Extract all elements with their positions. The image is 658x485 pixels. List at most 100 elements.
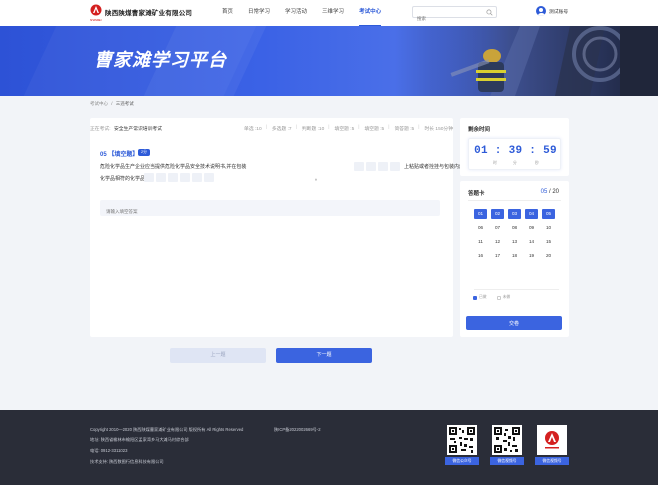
timer-card: 剩余时间 01 : 39 : 59 时 分 秒 [460,118,569,176]
blank-cell[interactable] [204,173,214,182]
legend-todo: 未做 [496,295,511,300]
answer-sheet-cell[interactable]: 17 [491,251,504,261]
legend-todo-swatch [496,295,501,300]
blank-cell[interactable] [180,173,190,182]
blank-cell[interactable] [156,173,166,182]
banner-worker-image [430,26,658,96]
timer-unit-second: 秒 [535,161,539,165]
answer-sheet-cell[interactable]: 20 [542,251,555,261]
nav-activities[interactable]: 学习活动 [285,0,307,26]
question-text-line1: 危险化学品生产企业应当提供危险化学品安全技术说明书,并在包装 [100,164,247,170]
answer-sheet-cell[interactable]: 11 [474,237,487,247]
timer-title: 剩余时间 [468,127,491,133]
answer-sheet-cell[interactable]: 01 [474,209,487,219]
answer-sheet-cell[interactable]: 18 [508,251,521,261]
nav-daily-study[interactable]: 日常学习 [248,0,270,26]
stat-item: 多选题 :7 [271,127,292,132]
answer-input[interactable] [100,203,430,220]
wechat-video-account-label: 微信视频号 [490,457,524,465]
legend-done-label: 已做 [479,295,487,299]
total-questions: / 20 [548,189,559,195]
nav-exam-center[interactable]: 考试中心 [359,0,382,27]
blank-cell[interactable] [366,162,376,171]
stat-item: 填空题 :5 [364,127,385,132]
answer-sheet-cell[interactable]: 14 [525,237,538,247]
blank-group-1 [354,162,402,171]
breadcrumb-current: 三违考试 [115,101,134,106]
answer-sheet-cell[interactable]: 05 [542,209,555,219]
question-number: 05 【填空题】 [100,152,139,158]
prev-question-button[interactable]: 上一题 [170,348,266,363]
stat-item: 时长 150分钟 [424,127,453,132]
answer-sheet-cell[interactable]: 16 [474,251,487,261]
stat-item: 判断题 :10 [301,127,325,132]
footer-phone: 电话: 0912-3311023 [90,448,128,453]
search-icon[interactable] [486,9,493,16]
stat-divider: | [418,125,420,130]
search-input[interactable] [413,13,483,24]
stat-item: 单选 :10 [244,127,262,132]
question-score-badge: 2分 [138,149,150,156]
breadcrumb-separator: / [111,101,113,106]
timer-value: 01 : 39 : 59 [474,145,557,157]
stat-divider: | [328,125,330,130]
answer-sheet-title: 答题卡 [468,191,485,197]
nav-3d-study[interactable]: 三维学习 [322,0,344,26]
company-logo-icon [539,427,565,453]
question-card: 正在考试: 安全生产常识培训考试 单选 :10 | 多选题 :7 | 判断题 :… [90,118,469,337]
breadcrumb: 考试中心 / 三违考试 [90,101,134,107]
footer: Copyright 2010—2020 陕西陕煤曹家滩矿业有限公司 版权所有 A… [0,410,658,485]
blank-cell[interactable] [354,162,364,171]
answer-sheet-card: 答题卡 05 / 20 01 02 03 04 05 06 07 08 09 10 11 12 13 14… [460,181,569,337]
avatar [536,6,546,16]
company-logo[interactable]: SHANMEI 陕西陕煤曹家滩矿业有限公司 [90,4,192,22]
answer-sheet-cell[interactable]: 07 [491,223,504,233]
stat-divider: | [295,125,297,130]
answer-sheet-cell[interactable]: 19 [525,251,538,261]
exam-label: 正在考试: [90,127,111,132]
search-box [412,6,497,24]
exam-name: 安全生产常识培训考试 [114,127,162,132]
banner: 曹家滩学习平台 [0,26,658,96]
answer-sheet-cell[interactable]: 03 [508,209,521,219]
banner-title: 曹家滩学习平台 [94,50,227,70]
blank-cell[interactable] [378,162,388,171]
question-text-end: 。 [315,176,321,182]
exam-stats: 单选 :10 | 多选题 :7 | 判断题 :10 | 填空题 :5 | 填空题… [239,125,453,132]
stat-item: 填空题 :5 [334,127,355,132]
answer-sheet-cell[interactable]: 15 [542,237,555,247]
answer-sheet-cell[interactable]: 12 [491,237,504,247]
divider [468,200,561,201]
answer-sheet-legend: 已做 未做 [473,295,510,300]
legend-todo-label: 未做 [502,295,511,299]
answer-sheet-cell[interactable]: 06 [474,223,487,233]
breadcrumb-root[interactable]: 考试中心 [90,101,108,106]
submit-exam-button[interactable]: 交卷 [466,316,562,330]
blank-cell[interactable] [144,173,154,182]
answer-sheet-cell[interactable]: 04 [525,209,538,219]
stat-divider: | [388,125,390,130]
stat-item: 简答题 :5 [394,127,415,132]
answer-sheet-cell[interactable]: 10 [542,223,555,233]
question-text-line2: 化学品相符的化学品 [100,176,146,182]
footer-copyright: Copyright 2010—2020 陕西陕煤曹家滩矿业有限公司 版权所有 A… [90,427,244,432]
blank-cell[interactable] [192,173,202,182]
logo-sub-text: SHANMEI [90,19,102,22]
next-question-button[interactable]: 下一题 [276,348,372,363]
wechat-video-account-label: 微信视频号 [535,457,569,465]
footer-support: 技术支持: 陕西数图行信息科技有限公司 [90,459,164,464]
user-menu[interactable]: 测试账号 [536,6,568,16]
logo-mark-icon: SHANMEI [90,4,102,22]
blank-cell[interactable] [390,162,400,171]
answer-sheet-cell[interactable]: 13 [508,237,521,247]
timer-unit-hour: 时 [493,161,497,165]
answer-sheet-progress: 05 / 20 [541,189,559,195]
answer-sheet-cell[interactable]: 09 [525,223,538,233]
wechat-official-account-label: 微信公众号 [445,457,479,465]
nav-home[interactable]: 首页 [222,0,233,26]
footer-icp[interactable]: 陕ICP备2022002669号-2 [274,427,321,433]
timer-display: 01 : 39 : 59 时 分 秒 [468,138,561,170]
answer-sheet-cell[interactable]: 08 [508,223,521,233]
answer-sheet-cell[interactable]: 02 [491,209,504,219]
blank-cell[interactable] [168,173,178,182]
